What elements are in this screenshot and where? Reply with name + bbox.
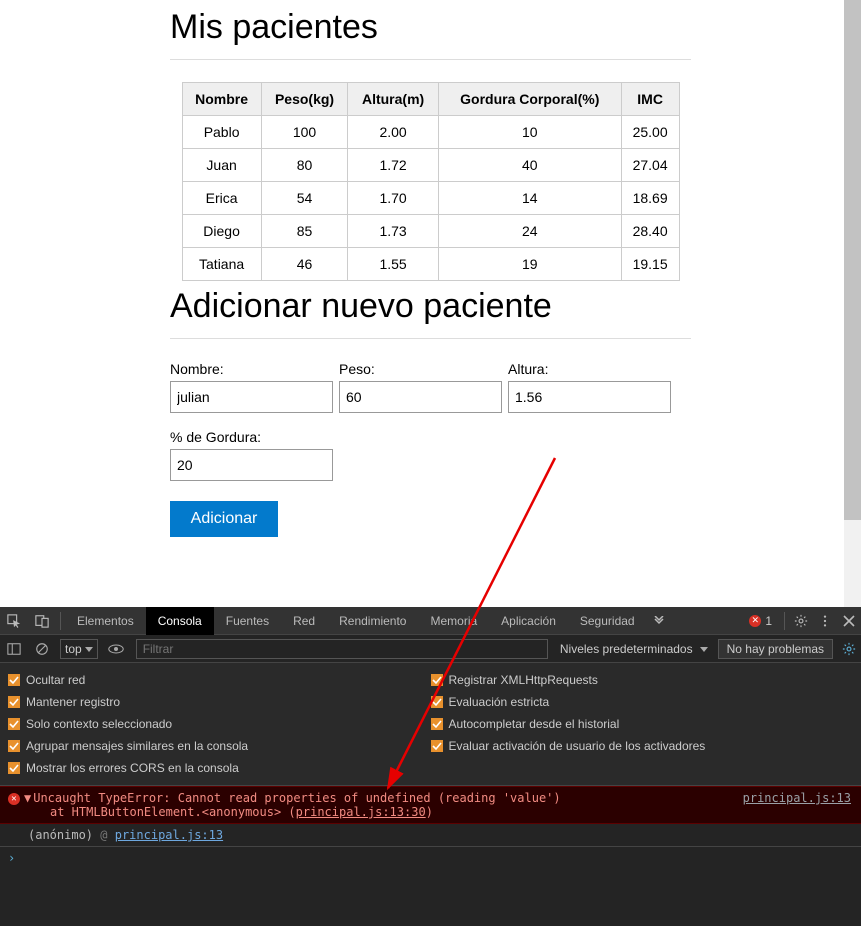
expand-error-icon[interactable]: ▼ [24, 791, 31, 805]
tab-console[interactable]: Consola [146, 607, 214, 635]
error-stack-link[interactable]: principal.js:13:30 [296, 805, 426, 819]
setting-eager-eval[interactable]: Evaluación estricta [431, 691, 854, 713]
table-row: Diego851.732428.40 [182, 215, 679, 248]
tab-application[interactable]: Aplicación [489, 607, 568, 635]
console-prompt[interactable]: › [0, 846, 861, 869]
patients-table: Nombre Peso(kg) Altura(m) Gordura Corpor… [182, 82, 680, 281]
table-row: Erica541.701418.69 [182, 182, 679, 215]
page-title: Mis pacientes [170, 8, 691, 47]
tab-network[interactable]: Red [281, 607, 327, 635]
console-settings-icon[interactable] [837, 642, 861, 656]
setting-hide-network[interactable]: Ocultar red [8, 669, 431, 691]
error-count-badge[interactable]: ✕1 [749, 614, 772, 628]
stack-link[interactable]: principal.js:13 [115, 828, 223, 842]
name-input[interactable] [170, 381, 333, 413]
inspect-element-icon[interactable] [0, 614, 28, 628]
setting-log-xhr[interactable]: Registrar XMLHttpRequests [431, 669, 854, 691]
clear-console-icon[interactable] [28, 642, 56, 656]
divider [170, 338, 691, 339]
table-row: Tatiana461.551919.15 [182, 248, 679, 281]
height-input[interactable] [508, 381, 671, 413]
tab-memory[interactable]: Memoria [418, 607, 489, 635]
page-scrollbar[interactable] [844, 0, 861, 607]
issues-button[interactable]: No hay problemas [718, 639, 833, 659]
context-selector[interactable]: top [60, 639, 98, 659]
error-icon: ✕ [8, 793, 20, 805]
log-levels-selector[interactable]: Niveles predeterminados [554, 642, 714, 656]
setting-group-similar[interactable]: Agrupar mensajes similares en la consola [8, 735, 431, 757]
setting-selected-context[interactable]: Solo contexto seleccionado [8, 713, 431, 735]
filter-input[interactable] [136, 639, 548, 659]
more-tabs-icon[interactable] [647, 616, 671, 626]
settings-icon[interactable] [789, 614, 813, 628]
height-label: Altura: [508, 361, 671, 377]
tab-sources[interactable]: Fuentes [214, 607, 281, 635]
console-sidebar-toggle-icon[interactable] [0, 642, 28, 656]
setting-cors-errors[interactable]: Mostrar los errores CORS en la consola [8, 757, 431, 779]
col-height: Altura(m) [348, 83, 438, 116]
col-name: Nombre [182, 83, 261, 116]
divider [170, 59, 691, 60]
close-devtools-icon[interactable] [837, 615, 861, 627]
console-stack-entry: (anónimo) @ principal.js:13 [0, 824, 861, 846]
weight-label: Peso: [339, 361, 502, 377]
kebab-menu-icon[interactable] [813, 614, 837, 628]
table-row: Juan801.724027.04 [182, 149, 679, 182]
add-button[interactable]: Adicionar [170, 501, 278, 537]
name-label: Nombre: [170, 361, 333, 377]
tab-elements[interactable]: Elementos [65, 607, 146, 635]
setting-autocomplete-history[interactable]: Autocompletar desde el historial [431, 713, 854, 735]
tab-performance[interactable]: Rendimiento [327, 607, 418, 635]
table-row: Pablo1002.001025.00 [182, 116, 679, 149]
setting-user-activation[interactable]: Evaluar activación de usuario de los act… [431, 735, 854, 757]
fat-input[interactable] [170, 449, 333, 481]
col-bmi: IMC [621, 83, 679, 116]
device-toggle-icon[interactable] [28, 614, 56, 628]
live-expression-icon[interactable] [102, 643, 130, 655]
fat-label: % de Gordura: [170, 429, 333, 445]
error-source-link[interactable]: principal.js:13 [743, 791, 851, 805]
add-title: Adicionar nuevo paciente [170, 287, 691, 326]
setting-preserve-log[interactable]: Mantener registro [8, 691, 431, 713]
col-weight: Peso(kg) [261, 83, 348, 116]
weight-input[interactable] [339, 381, 502, 413]
console-error[interactable]: ✕▼Uncaught TypeError: Cannot read proper… [0, 786, 861, 824]
col-fat: Gordura Corporal(%) [438, 83, 621, 116]
tab-security[interactable]: Seguridad [568, 607, 647, 635]
